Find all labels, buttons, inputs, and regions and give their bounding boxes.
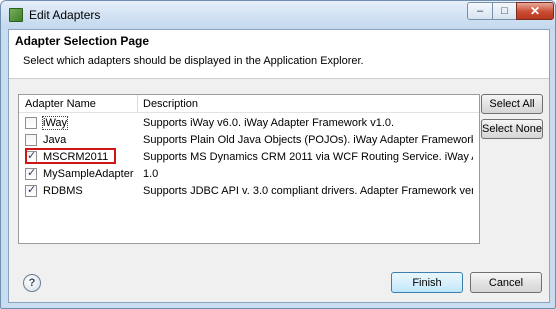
adapter-name: Java [43,134,67,146]
adapter-description: Supports Plain Old Java Objects (POJOs).… [143,134,473,146]
adapter-description: Supports JDBC API v. 3.0 compliant drive… [143,185,473,197]
page-title: Adapter Selection Page [15,34,150,48]
maximize-button[interactable]: □ [492,2,517,20]
adapter-name: MySampleAdapter [43,168,134,180]
table-row[interactable]: iWay Supports iWay v6.0. iWay Adapter Fr… [19,115,479,131]
table-row[interactable]: ✓ MySampleAdapter 1.0 [19,166,479,182]
table-row[interactable]: ✓ MSCRM2011 Supports MS Dynamics CRM 201… [19,148,479,165]
adapter-name: RDBMS [43,185,83,197]
cancel-button[interactable]: Cancel [470,272,542,293]
window-title: Edit Adapters [29,8,101,22]
column-header-description[interactable]: Description [143,98,198,110]
adapter-name: iWay [41,116,69,130]
column-divider[interactable] [137,95,138,112]
help-icon[interactable]: ? [23,274,41,292]
close-button[interactable]: ✕ [516,2,554,20]
check-icon: ✓ [27,184,37,196]
adapter-description: 1.0 [143,168,159,180]
page-header: Adapter Selection Page Select which adap… [9,30,549,79]
select-all-button[interactable]: Select All [481,94,543,114]
adapter-checkbox-iway[interactable] [25,117,37,129]
adapter-checkbox-mysampleadapter[interactable]: ✓ [25,167,37,180]
finish-button[interactable]: Finish [391,272,463,293]
table-row[interactable]: Java Supports Plain Old Java Objects (PO… [19,132,479,148]
check-icon: ✓ [27,167,37,179]
dialog-content: Adapter Selection Page Select which adap… [8,29,550,303]
check-icon: ✓ [27,150,37,162]
column-header-adapter-name[interactable]: Adapter Name [25,98,96,110]
minimize-button[interactable]: – [467,2,493,20]
adapter-description: Supports MS Dynamics CRM 2011 via WCF Ro… [143,151,473,163]
adapter-description: Supports iWay v6.0. iWay Adapter Framewo… [143,117,395,129]
table-row[interactable]: ✓ RDBMS Supports JDBC API v. 3.0 complia… [19,183,479,199]
adapter-checkbox-java[interactable] [25,134,37,146]
page-subtitle: Select which adapters should be displaye… [23,55,364,67]
table-header: Adapter Name Description [19,95,479,113]
adapter-name: MSCRM2011 [43,151,109,163]
adapter-checkbox-mscrm2011[interactable]: ✓ [25,150,37,163]
select-none-button[interactable]: Select None [481,119,543,139]
edit-adapters-dialog: Edit Adapters – □ ✕ Adapter Selection Pa… [0,0,556,309]
title-bar[interactable]: Edit Adapters – □ ✕ [1,1,555,29]
app-icon [9,8,23,22]
adapter-table: Adapter Name Description iWay Supports i… [18,94,480,244]
adapter-checkbox-rdbms[interactable]: ✓ [25,184,37,197]
